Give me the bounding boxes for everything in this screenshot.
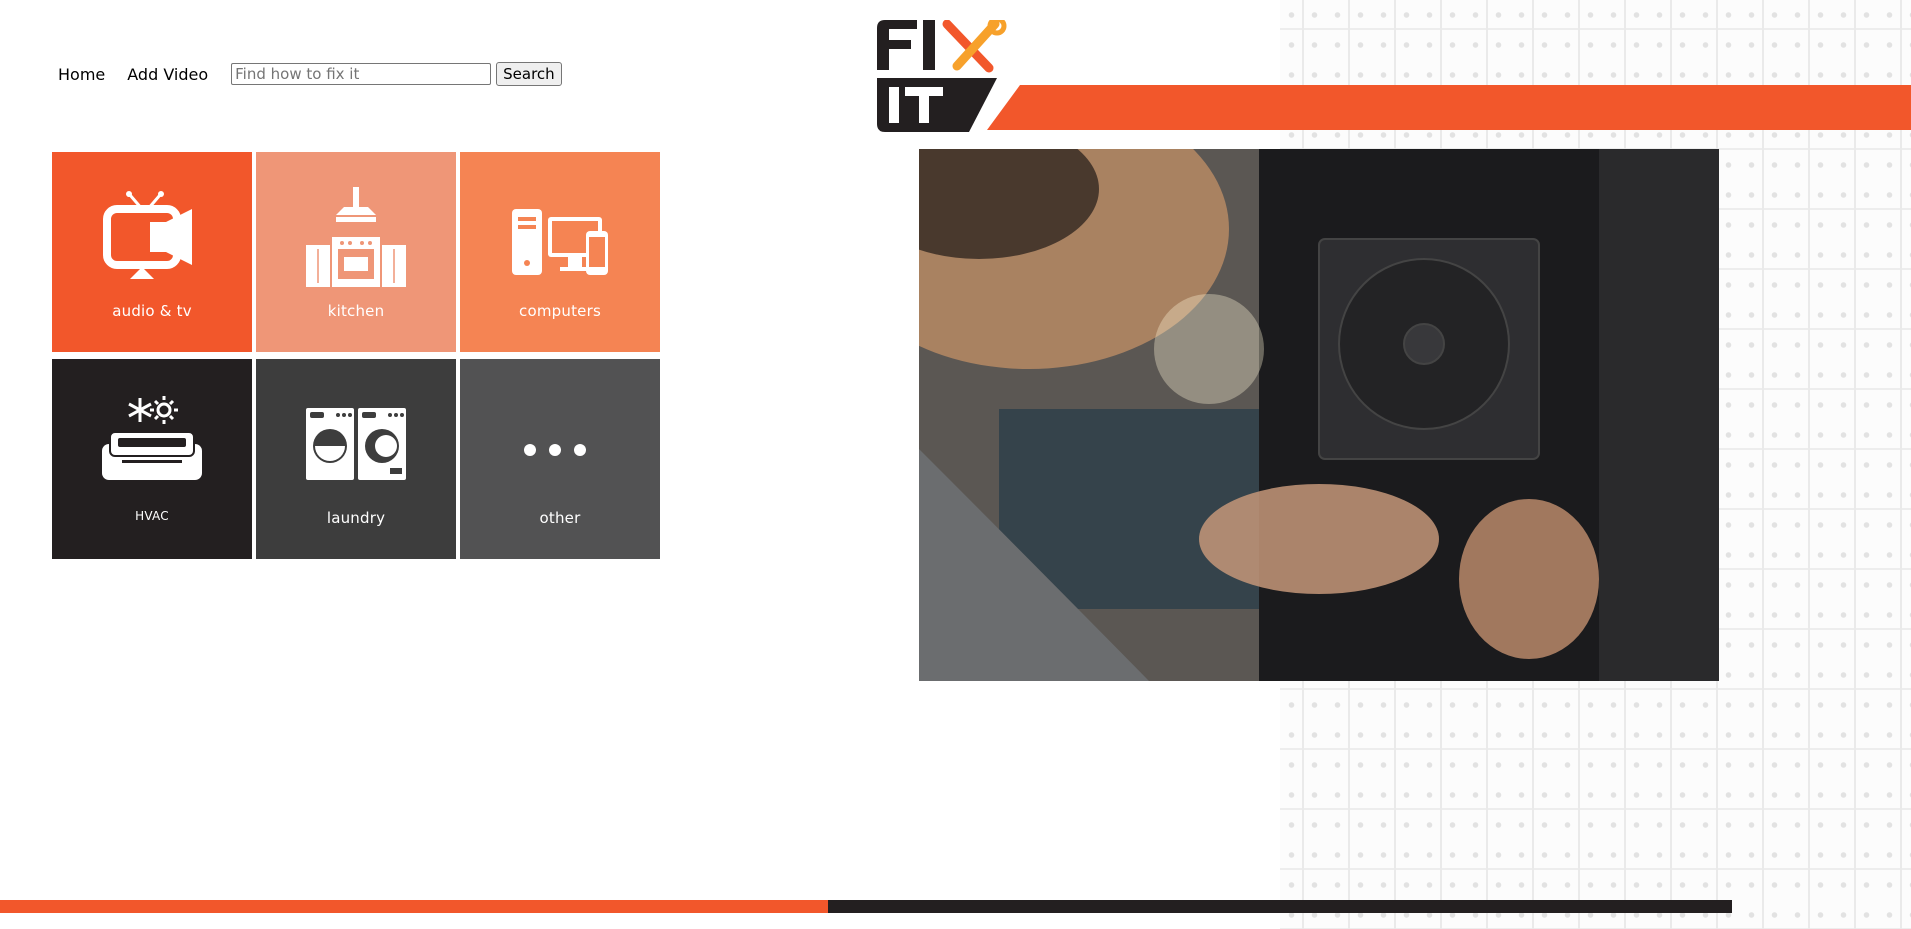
photo-image [919, 149, 1719, 681]
search-input[interactable] [231, 63, 492, 85]
hero-photo [919, 149, 1719, 681]
header-orange-band [965, 85, 1911, 130]
laundry-icon [306, 408, 406, 480]
category-tile-laundry[interactable]: laundry [256, 359, 456, 559]
nav-home-link[interactable]: Home [58, 65, 105, 84]
tv-speaker-icon [103, 191, 192, 279]
kitchen-icon [306, 187, 406, 287]
more-dots-icon [524, 444, 586, 456]
category-tile-computers[interactable]: computers [460, 152, 660, 352]
nav-add-video-link[interactable]: Add Video [127, 65, 208, 84]
top-navigation: Home Add Video Search [58, 62, 562, 86]
computers-icon [512, 209, 608, 275]
category-tile-hvac[interactable]: HVAC [52, 359, 252, 559]
fix-it-logo [877, 20, 1007, 132]
footer-orange-bar [0, 900, 828, 913]
hvac-icon [102, 396, 202, 480]
category-label: laundry [326, 509, 386, 527]
search-button[interactable]: Search [496, 62, 562, 86]
category-label: kitchen [327, 302, 385, 320]
category-tile-audio-tv[interactable]: audio & tv [52, 152, 252, 352]
category-grid: audio & tv kitchen computers HVAC laundr… [52, 152, 661, 559]
footer-dark-bar [828, 900, 1732, 913]
category-label: computers [519, 302, 601, 320]
category-tile-other[interactable]: other [460, 359, 660, 559]
category-label: audio & tv [112, 302, 192, 320]
category-label: other [539, 509, 581, 527]
category-tile-kitchen[interactable]: kitchen [256, 152, 456, 352]
category-label: HVAC [135, 509, 169, 523]
